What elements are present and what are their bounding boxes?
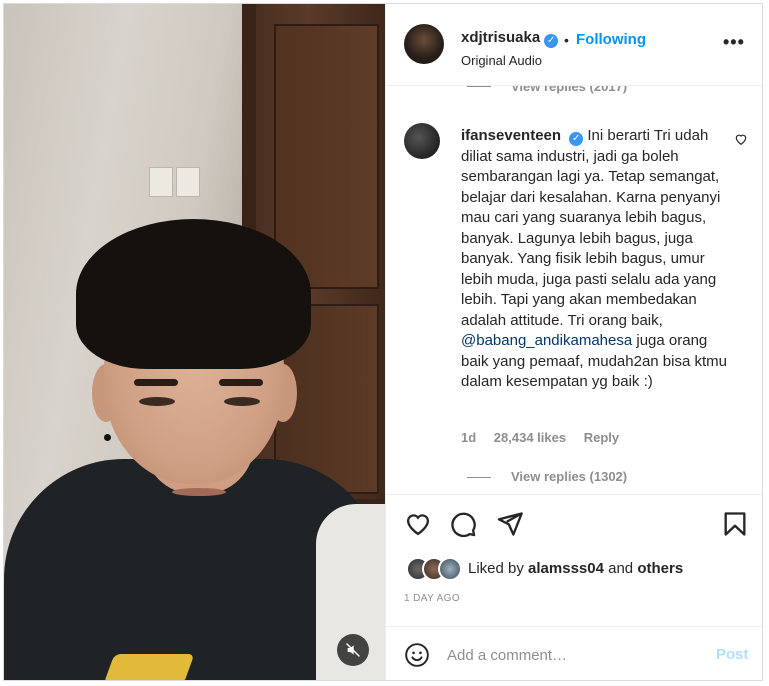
liked-by-others[interactable]: others [637, 560, 683, 577]
comment-input[interactable] [447, 643, 697, 667]
like-comment-icon[interactable] [734, 132, 748, 146]
post-sidebar: xdjtrisuaka ✓ • Following Original Audio … [385, 4, 762, 680]
heart-icon[interactable] [404, 510, 432, 538]
post-button[interactable]: Post [716, 646, 749, 663]
speaker-muted-icon [346, 643, 360, 657]
shirt-print [103, 654, 195, 680]
author-username[interactable]: xdjtrisuaka [461, 29, 540, 46]
save-icon[interactable] [721, 510, 749, 538]
person-eye [224, 397, 260, 406]
verified-badge-icon: ✓ [569, 132, 584, 146]
light-switch [149, 167, 173, 197]
post-modal: xdjtrisuaka ✓ • Following Original Audio … [3, 3, 763, 681]
commenter-username[interactable]: ifanseventeen [461, 127, 561, 144]
author-avatar[interactable] [404, 24, 444, 64]
comment-time: 1d [461, 430, 477, 445]
liked-by-prefix: Liked by [468, 560, 524, 577]
light-switch [176, 167, 200, 197]
view-replies-link[interactable]: View replies (2017) [511, 86, 627, 94]
post-time[interactable]: 1 DAY AGO [404, 593, 460, 604]
comment-meta: 1d 28,434 likes Reply [461, 430, 633, 445]
emoji-icon[interactable] [404, 642, 430, 668]
comment-icon[interactable] [449, 510, 477, 538]
replies-line [467, 477, 491, 478]
person-mouth [172, 488, 226, 496]
commenter-avatar[interactable] [404, 123, 440, 159]
comment-body: ifanseventeen ✓ Ini berarti Tri udah dil… [461, 126, 729, 393]
person-eye [139, 397, 175, 406]
comments-list[interactable]: View replies (2017) ifanseventeen ✓ Ini … [386, 86, 762, 494]
earring [104, 434, 111, 441]
liked-by-row: Liked by alamsss04 and others [402, 557, 752, 581]
comment-composer: Post [386, 626, 762, 680]
person-brow [134, 379, 178, 386]
verified-badge-icon: ✓ [544, 34, 559, 48]
following-button[interactable]: Following [576, 31, 646, 48]
author-username-row: xdjtrisuaka ✓ [461, 29, 559, 48]
video-player[interactable] [4, 4, 385, 680]
liker-avatar[interactable] [438, 557, 462, 581]
liked-by-user[interactable]: alamsss04 [528, 560, 604, 577]
action-bar [386, 494, 762, 549]
more-options-icon[interactable]: ••• [723, 32, 745, 53]
share-icon[interactable] [496, 510, 524, 538]
replies-line [467, 86, 491, 87]
audio-label[interactable]: Original Audio [461, 53, 542, 68]
view-replies-link[interactable]: View replies (1302) [511, 469, 627, 484]
comment-likes[interactable]: 28,434 likes [494, 430, 566, 445]
comment-text: Ini berarti Tri udah diliat sama industr… [461, 127, 721, 329]
post-header: xdjtrisuaka ✓ • Following Original Audio … [386, 4, 762, 86]
door-panel [274, 24, 379, 289]
liked-by-connector: and [608, 560, 634, 577]
mute-button[interactable] [337, 634, 369, 666]
separator-dot: • [564, 32, 569, 48]
liked-by-text: Liked by alamsss04 and others [468, 560, 683, 577]
mention-link[interactable]: @babang_andikamahesa [461, 332, 632, 349]
person-brow [219, 379, 263, 386]
reply-button[interactable]: Reply [584, 430, 619, 445]
